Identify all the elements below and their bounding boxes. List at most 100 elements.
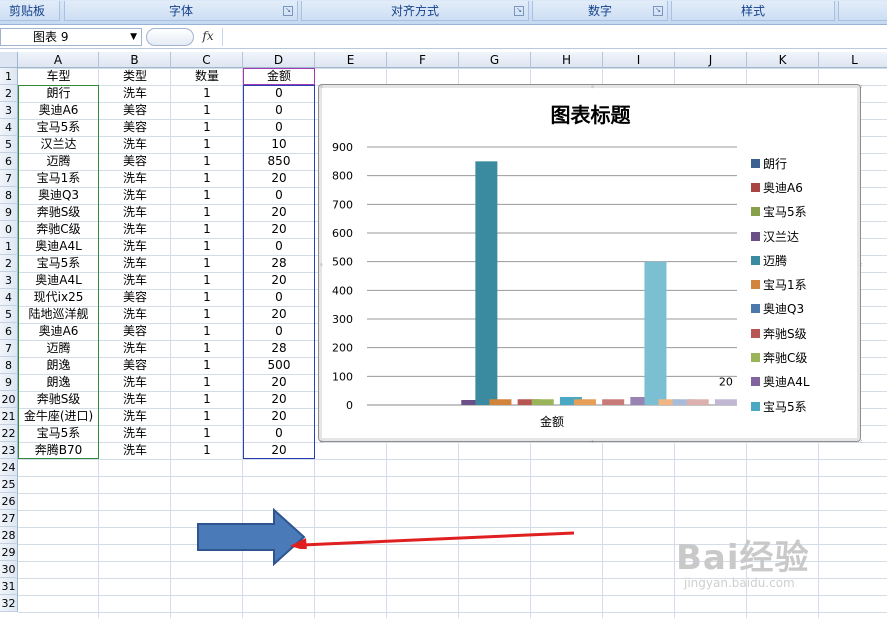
column-header[interactable]: B bbox=[99, 52, 171, 68]
row-header[interactable]: 23 bbox=[0, 442, 18, 459]
dialog-launcher-icon[interactable]: ↘ bbox=[283, 6, 293, 16]
row-header[interactable]: 1 bbox=[0, 238, 18, 255]
table-cell[interactable]: 20 bbox=[243, 442, 315, 459]
select-all-corner[interactable] bbox=[0, 52, 18, 68]
row-header[interactable]: 21 bbox=[0, 408, 18, 425]
chart-legend[interactable]: 朗行 奥迪A6 宝马5系 汉兰达 迈腾 宝马1系 奥迪Q3 奔驰S级 奔驰C级 奥迪A4L 宝马5系 bbox=[751, 151, 810, 418]
resize-handle-icon[interactable]: ⁘ bbox=[859, 85, 862, 91]
table-cell[interactable]: 1 bbox=[171, 340, 243, 357]
table-cell[interactable]: 1 bbox=[171, 374, 243, 391]
table-cell[interactable]: 1 bbox=[171, 391, 243, 408]
table-cell[interactable]: 美容 bbox=[99, 119, 171, 136]
table-cell[interactable]: 1 bbox=[171, 289, 243, 306]
embedded-chart[interactable]: 图表标题 0 100 200 300 400 500 600 700 800 900 20 金额 ⁘ ⁘ ⁘… bbox=[318, 84, 862, 443]
dialog-launcher-icon[interactable]: ↘ bbox=[653, 6, 663, 16]
row-header[interactable]: 28 bbox=[0, 527, 18, 544]
table-cell[interactable]: 1 bbox=[171, 323, 243, 340]
bar[interactable] bbox=[644, 261, 667, 405]
legend-item[interactable]: 奔驰S级 bbox=[751, 321, 810, 345]
table-cell[interactable]: 美容 bbox=[99, 153, 171, 170]
column-header[interactable]: D bbox=[243, 52, 315, 68]
table-cell[interactable]: 850 bbox=[243, 153, 315, 170]
row-header[interactable]: 9 bbox=[0, 374, 18, 391]
table-cell[interactable]: 朗逸 bbox=[18, 374, 99, 391]
row-header[interactable]: 8 bbox=[0, 357, 18, 374]
table-cell[interactable]: 陆地巡洋舰 bbox=[18, 306, 99, 323]
table-cell[interactable]: 1 bbox=[171, 357, 243, 374]
resize-handle-icon[interactable]: ⁘ bbox=[319, 85, 324, 91]
table-cell[interactable]: 20 bbox=[243, 408, 315, 425]
table-cell[interactable]: 奥迪A4L bbox=[18, 272, 99, 289]
table-cell[interactable]: 洗车 bbox=[99, 374, 171, 391]
bar[interactable] bbox=[475, 161, 498, 405]
ribbon-group-cells[interactable] bbox=[838, 1, 887, 21]
row-header[interactable]: 27 bbox=[0, 510, 18, 527]
table-cell[interactable]: 宝马5系 bbox=[18, 119, 99, 136]
row-header[interactable]: 2 bbox=[0, 255, 18, 272]
table-cell[interactable]: 洗车 bbox=[99, 204, 171, 221]
table-cell[interactable]: 奥迪A6 bbox=[18, 102, 99, 119]
table-cell[interactable]: 1 bbox=[171, 442, 243, 459]
column-header[interactable]: J bbox=[675, 52, 747, 68]
table-cell[interactable]: 奔腾B70 bbox=[18, 442, 99, 459]
table-cell[interactable]: 洗车 bbox=[99, 306, 171, 323]
table-cell[interactable]: 奥迪A4L bbox=[18, 238, 99, 255]
bar[interactable] bbox=[602, 399, 625, 405]
table-cell[interactable]: 洗车 bbox=[99, 425, 171, 442]
table-cell[interactable]: 1 bbox=[171, 272, 243, 289]
row-header[interactable]: 3 bbox=[0, 102, 18, 119]
row-header[interactable]: 31 bbox=[0, 578, 18, 595]
table-cell[interactable]: 20 bbox=[243, 170, 315, 187]
table-cell[interactable]: 宝马1系 bbox=[18, 170, 99, 187]
table-cell[interactable]: 金额 bbox=[243, 68, 315, 85]
resize-handle-icon[interactable]: ⁘ bbox=[319, 262, 324, 269]
row-header[interactable]: 7 bbox=[0, 170, 18, 187]
bar[interactable] bbox=[489, 399, 512, 405]
legend-item[interactable]: 宝马5系 bbox=[751, 394, 810, 418]
row-header[interactable]: 8 bbox=[0, 187, 18, 204]
name-box[interactable]: 图表 9 ▼ bbox=[0, 28, 142, 46]
table-cell[interactable]: 0 bbox=[243, 102, 315, 119]
row-header[interactable]: 0 bbox=[0, 221, 18, 238]
row-header[interactable]: 4 bbox=[0, 289, 18, 306]
row-header[interactable]: 29 bbox=[0, 544, 18, 561]
table-cell[interactable]: 20 bbox=[243, 374, 315, 391]
insert-function-icon[interactable]: fx bbox=[198, 29, 218, 45]
table-cell[interactable]: 美容 bbox=[99, 289, 171, 306]
table-cell[interactable]: 奔驰C级 bbox=[18, 221, 99, 238]
table-cell[interactable]: 1 bbox=[171, 170, 243, 187]
legend-item[interactable]: 奥迪A6 bbox=[751, 175, 810, 199]
resize-handle-icon[interactable]: ⁘ bbox=[590, 85, 595, 91]
resize-handle-icon[interactable]: ⁘ bbox=[859, 262, 862, 269]
table-cell[interactable]: 美容 bbox=[99, 323, 171, 340]
table-cell[interactable]: 迈腾 bbox=[18, 340, 99, 357]
table-cell[interactable]: 洗车 bbox=[99, 255, 171, 272]
column-header[interactable]: H bbox=[531, 52, 603, 68]
table-cell[interactable]: 宝马5系 bbox=[18, 425, 99, 442]
table-cell[interactable]: 奥迪Q3 bbox=[18, 187, 99, 204]
row-header[interactable]: 3 bbox=[0, 272, 18, 289]
table-cell[interactable]: 朗逸 bbox=[18, 357, 99, 374]
x-axis-category-label[interactable]: 金额 bbox=[540, 414, 564, 429]
table-cell[interactable]: 0 bbox=[243, 323, 315, 340]
column-header[interactable]: C bbox=[171, 52, 243, 68]
row-header[interactable]: 22 bbox=[0, 425, 18, 442]
row-header[interactable]: 5 bbox=[0, 306, 18, 323]
legend-item[interactable]: 宝马5系 bbox=[751, 200, 810, 224]
row-header[interactable]: 32 bbox=[0, 595, 18, 612]
table-cell[interactable]: 数量 bbox=[171, 68, 243, 85]
table-cell[interactable]: 洗车 bbox=[99, 272, 171, 289]
ribbon-group-number[interactable]: 数字 ↘ bbox=[532, 1, 668, 21]
row-header[interactable]: 9 bbox=[0, 204, 18, 221]
table-cell[interactable]: 0 bbox=[243, 425, 315, 442]
table-cell[interactable]: 洗车 bbox=[99, 442, 171, 459]
row-header[interactable]: 20 bbox=[0, 391, 18, 408]
table-cell[interactable]: 洗车 bbox=[99, 85, 171, 102]
table-cell[interactable]: 迈腾 bbox=[18, 153, 99, 170]
table-cell[interactable]: 汉兰达 bbox=[18, 136, 99, 153]
table-cell[interactable]: 0 bbox=[243, 119, 315, 136]
column-header[interactable]: L bbox=[819, 52, 887, 68]
table-cell[interactable]: 1 bbox=[171, 425, 243, 442]
row-header[interactable]: 5 bbox=[0, 136, 18, 153]
bar[interactable] bbox=[574, 399, 596, 405]
